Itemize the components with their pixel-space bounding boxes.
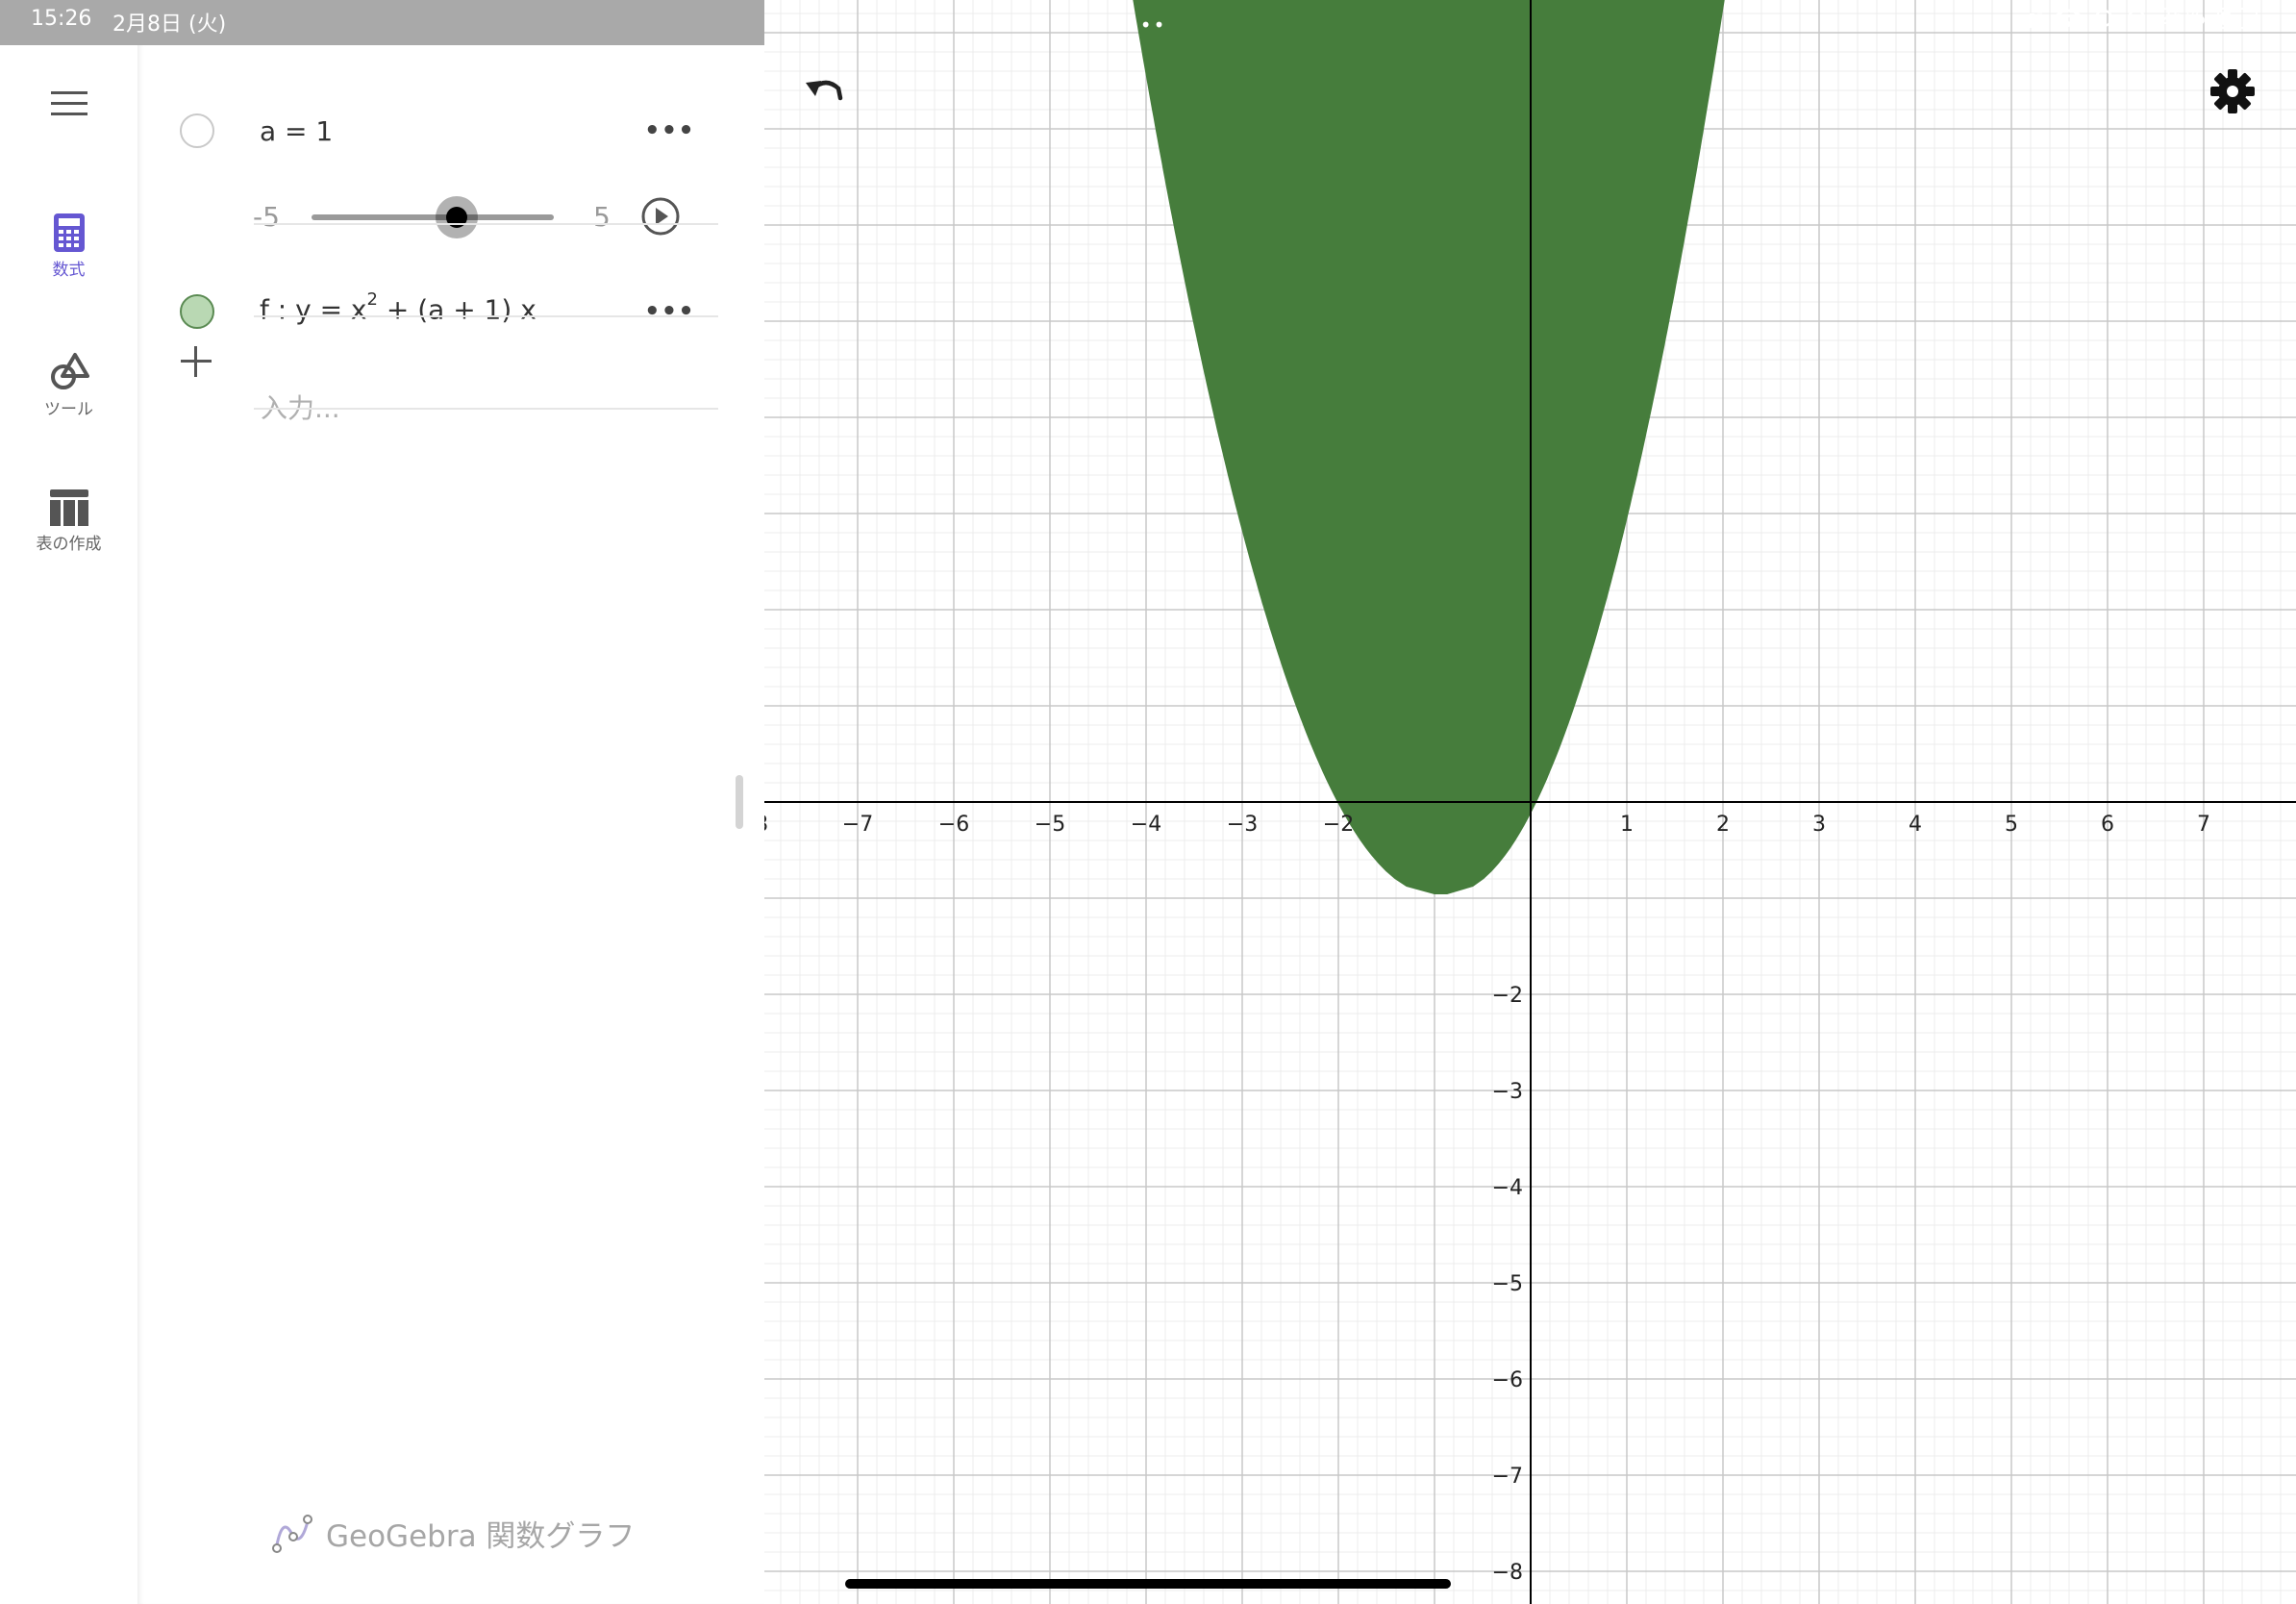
status-date: 2月8日 (火) xyxy=(112,13,227,37)
x-tick-label: 2 xyxy=(1716,813,1730,837)
battery-icon xyxy=(2217,7,2258,29)
home-indicator xyxy=(845,1579,1451,1589)
cellular-signal-icon xyxy=(2014,9,2043,28)
headphones-icon xyxy=(2127,9,2146,27)
function-expression-prefix: f : y = x xyxy=(260,293,367,326)
x-tick-label: 4 xyxy=(1909,813,1922,837)
status-bar: 15:26 2月8日 (火) ••• 25% xyxy=(0,0,2296,45)
multitasking-dots[interactable]: ••• xyxy=(1127,13,1166,37)
row-divider xyxy=(254,315,718,317)
y-tick-label: −7 xyxy=(1492,1465,1523,1489)
x-tick-label: 6 xyxy=(2101,813,2114,837)
plus-icon[interactable] xyxy=(181,346,212,377)
y-tick-label: −5 xyxy=(1492,1272,1523,1296)
x-tick-label: −6 xyxy=(938,813,969,837)
menu-button[interactable] xyxy=(0,91,137,116)
app-root: 8 −7 −6 −5 −4 −3 −2 1 2 3 4 5 6 7 −2 −3 −4 −5 −6 −7 −8 15:26… xyxy=(0,0,2296,1604)
slider-max: 5 xyxy=(593,201,611,233)
algebra-input[interactable]: 入力... xyxy=(261,388,340,426)
rail-label-algebra: 数式 xyxy=(52,261,86,280)
x-tick-label: 5 xyxy=(2005,813,2018,837)
hamburger-menu-icon xyxy=(50,91,87,115)
rail-item-algebra[interactable]: 数式 xyxy=(0,213,137,280)
rail-item-table[interactable]: 表の作成 xyxy=(0,489,137,554)
x-tick-label: 8 xyxy=(764,813,768,837)
wifi-icon xyxy=(2056,9,2082,27)
y-tick-label: −3 xyxy=(1492,1080,1523,1104)
play-icon[interactable] xyxy=(640,196,681,237)
x-tick-label: −4 xyxy=(1131,813,1161,837)
visibility-toggle-f[interactable] xyxy=(180,294,214,329)
table-icon xyxy=(49,489,88,526)
y-tick-label: −8 xyxy=(1492,1561,1523,1585)
x-tick-label: −3 xyxy=(1227,813,1258,837)
more-button-a[interactable]: ••• xyxy=(644,116,695,145)
x-tick-label: −2 xyxy=(1323,813,1354,837)
undo-icon[interactable] xyxy=(802,69,850,117)
x-tick-label: −7 xyxy=(842,813,873,837)
function-expression[interactable]: f : y = x2 + (a + 1) x xyxy=(260,289,537,326)
x-tick-label: 7 xyxy=(2197,813,2210,837)
x-tick-label: −5 xyxy=(1035,813,1065,837)
rail-label-tools: ツール xyxy=(44,400,93,419)
panel-resize-handle[interactable] xyxy=(736,775,743,829)
calculator-icon xyxy=(53,213,85,252)
x-tick-label: 1 xyxy=(1620,813,1634,837)
status-time: 15:26 xyxy=(31,7,92,31)
visibility-toggle-a[interactable] xyxy=(180,113,214,148)
y-tick-label: −2 xyxy=(1492,984,1523,1008)
more-button-f[interactable]: ••• xyxy=(644,297,695,326)
row-divider xyxy=(254,223,718,225)
slider-track[interactable] xyxy=(312,214,554,220)
algebra-view: a = 1 ••• -5 5 f : y = x2 + (a + 1) x ••… xyxy=(137,45,764,1604)
shapes-tools-icon xyxy=(50,353,89,389)
brand-text: GeoGebra 関数グラフ xyxy=(326,1519,636,1554)
graphics-view[interactable]: 8 −7 −6 −5 −4 −3 −2 1 2 3 4 5 6 7 −2 −3 −4 −5 −6 −7 −8 xyxy=(764,0,2296,1604)
function-exponent: 2 xyxy=(366,289,378,310)
status-right-group: 25% xyxy=(2014,6,2258,30)
rail-label-table: 表の作成 xyxy=(36,535,102,554)
rail-item-tools[interactable]: ツール xyxy=(0,351,137,419)
y-tick-label: −4 xyxy=(1492,1176,1523,1200)
battery-percent: 25% xyxy=(2159,6,2206,30)
brand-footer: GeoGebra 関数グラフ xyxy=(272,1512,635,1555)
y-tick-label: −6 xyxy=(1492,1368,1523,1392)
orientation-lock-icon xyxy=(2094,9,2113,27)
slider-expression[interactable]: a = 1 xyxy=(260,115,333,147)
x-tick-label: 3 xyxy=(1812,813,1826,837)
row-divider xyxy=(254,408,718,410)
navigation-rail: 数式 ツール 表の作成 xyxy=(0,45,137,1604)
slider-min: -5 xyxy=(253,201,280,233)
gear-icon[interactable] xyxy=(2209,67,2257,115)
battery-fill xyxy=(2221,11,2231,25)
function-expression-suffix: + (a + 1) x xyxy=(377,293,537,326)
geogebra-graphing-icon xyxy=(272,1514,312,1553)
